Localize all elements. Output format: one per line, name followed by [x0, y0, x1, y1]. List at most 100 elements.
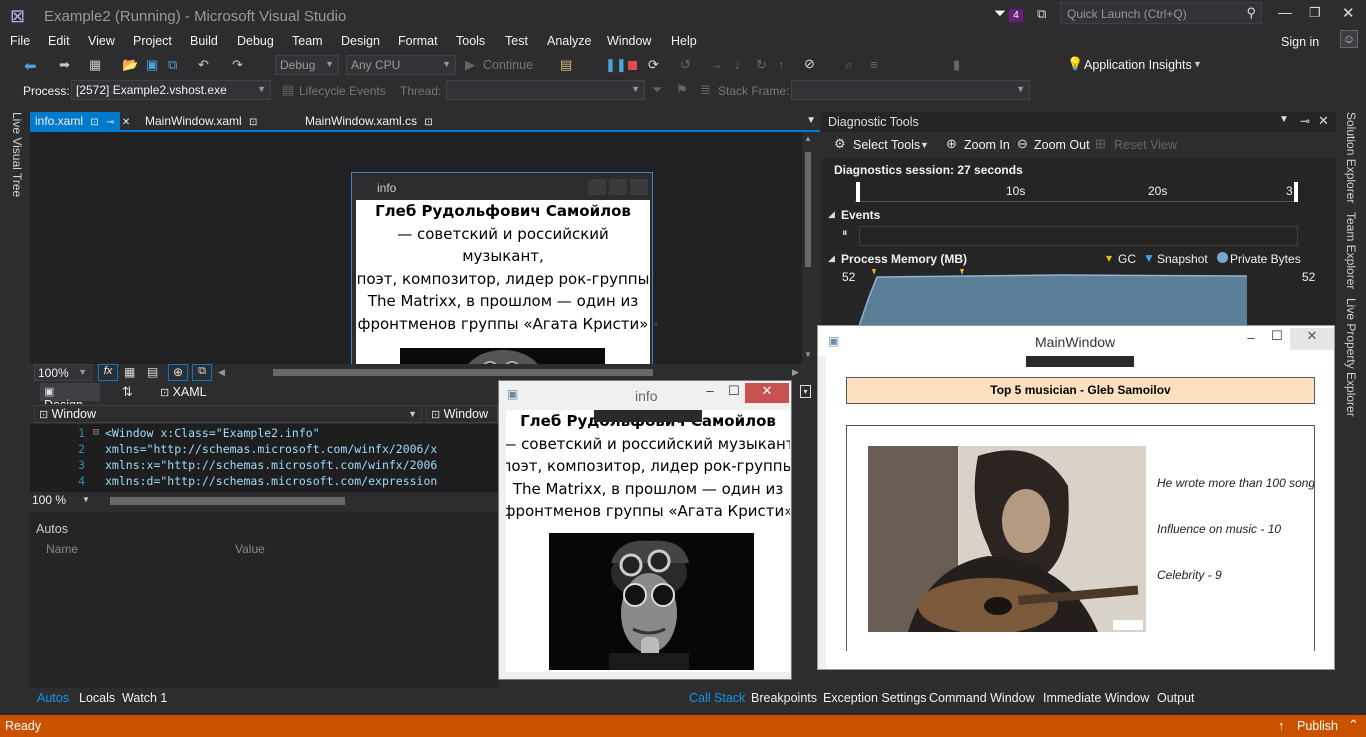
select-tools-button[interactable]: Select Tools	[853, 138, 920, 152]
info-titlebar[interactable]: ▣ info – ☐ ✕	[499, 381, 791, 409]
notification-badge[interactable]: 4	[1009, 9, 1023, 22]
element-dropdown[interactable]: ⊡ Window ▼	[34, 405, 422, 423]
code-hscroll-thumb[interactable]	[110, 497, 345, 505]
swap-panes-icon[interactable]: ⇅	[122, 384, 133, 400]
forward-icon[interactable]: ➡	[59, 57, 70, 73]
process-dropdown[interactable]: [2572] Example2.vshost.exe ▼	[71, 80, 271, 100]
chevron-down-icon[interactable]: ▼	[1279, 114, 1289, 125]
column-value[interactable]: Value	[235, 542, 265, 556]
resize-handle[interactable]: ▫	[654, 320, 658, 331]
xaml-designer-surface[interactable]: info Глеб Рудольфович Самойлов — советск…	[30, 132, 814, 364]
maximize-button[interactable]: ❐	[1309, 5, 1321, 21]
maximize-button[interactable]: ☐	[1262, 328, 1292, 350]
tab-output[interactable]: Output	[1157, 691, 1195, 705]
account-icon[interactable]: ☺	[1340, 30, 1358, 48]
find-icon[interactable]: ⌕	[845, 57, 852, 73]
menu-edit[interactable]: Edit	[48, 34, 70, 48]
snap-grid-icon[interactable]: ▤	[147, 365, 158, 379]
bookmark-icon[interactable]: ▮	[953, 57, 960, 73]
restart-icon[interactable]: ⟳	[648, 57, 659, 73]
debug-toolbar-overlay[interactable]	[1026, 356, 1134, 367]
tab-immediate-window[interactable]: Immediate Window	[1043, 691, 1149, 705]
comment-icon[interactable]: ≡	[870, 57, 878, 72]
team-explorer-tab[interactable]: Team Explorer	[1344, 212, 1358, 289]
solution-explorer-tab[interactable]: Solution Explorer	[1344, 112, 1358, 203]
filter-icon[interactable]: ⏷	[994, 5, 1006, 22]
redo-icon[interactable]: ↷	[232, 57, 243, 73]
column-name[interactable]: Name	[46, 542, 78, 556]
flag-icon[interactable]: ⚑	[676, 82, 688, 98]
sign-in-link[interactable]: Sign in	[1281, 35, 1319, 49]
platform-dropdown[interactable]: Any CPU ▼	[346, 55, 456, 75]
undo-icon[interactable]: ↶	[198, 57, 209, 73]
breakpoint-toggle-icon[interactable]: ⊘	[804, 56, 815, 72]
pause-icon[interactable]: ❚❚	[605, 57, 627, 73]
xaml-code-editor[interactable]: 1 ⊟ <Window x:Class="Example2.info" 2 xm…	[30, 424, 498, 492]
thread-dropdown[interactable]: ▼	[446, 80, 645, 100]
close-icon[interactable]: ✕	[1318, 113, 1329, 129]
device-icon[interactable]: ⧉	[192, 364, 212, 381]
menu-analyze[interactable]: Analyze	[547, 34, 591, 48]
menu-build[interactable]: Build	[190, 34, 218, 48]
tab-exception-settings[interactable]: Exception Settings	[823, 691, 927, 705]
menu-team[interactable]: Team	[292, 34, 323, 48]
app-insights-button[interactable]: Application Insights	[1084, 58, 1192, 72]
feedback-icon[interactable]: ⧉	[1037, 6, 1046, 22]
search-icon[interactable]: ⚲	[1246, 5, 1256, 21]
timeline-start-handle[interactable]	[856, 182, 860, 202]
back-icon[interactable]: ⬅	[24, 57, 37, 75]
quick-launch-input[interactable]: Quick Launch (Ctrl+Q)	[1067, 7, 1187, 21]
tab-mainwindow-xaml[interactable]: MainWindow.xaml ⊡	[140, 112, 262, 130]
play-icon[interactable]: ▶	[465, 57, 475, 73]
config-dropdown[interactable]: Debug ▼	[275, 55, 339, 75]
stop-icon[interactable]	[628, 61, 637, 70]
collapse-pane-icon[interactable]: ▾	[800, 385, 811, 398]
menu-format[interactable]: Format	[398, 34, 438, 48]
events-track[interactable]	[859, 226, 1298, 246]
tab-info-xaml[interactable]: info.xaml ⊡ ⊸ ✕	[30, 112, 130, 130]
menu-window[interactable]: Window	[607, 34, 651, 48]
scroll-left-icon[interactable]: ◀	[218, 367, 225, 378]
menu-view[interactable]: View	[88, 34, 115, 48]
code-zoom-dropdown[interactable]: 100 % ▼	[32, 493, 92, 509]
tab-locals[interactable]: Locals	[79, 691, 115, 705]
collapse-memory-icon[interactable]: ◢	[828, 253, 835, 264]
step-back-icon[interactable]: ↻	[756, 57, 767, 73]
zoom-dropdown[interactable]: 100% ▼	[34, 364, 92, 381]
collapse-icon[interactable]: ⊟	[93, 427, 99, 438]
scroll-thumb[interactable]	[805, 152, 811, 267]
main-window[interactable]: ▣ MainWindow – ☐ ✕ Top 5 musician - Gleb…	[817, 325, 1335, 670]
memory-graph[interactable]	[859, 267, 1299, 326]
scroll-down-icon[interactable]: ▼	[804, 350, 812, 359]
tab-mainwindow-xaml-cs[interactable]: MainWindow.xaml.cs ⊡	[300, 112, 438, 130]
menu-design[interactable]: Design	[341, 34, 380, 48]
pin-icon[interactable]: ⊸	[1300, 114, 1310, 128]
pin-icon[interactable]: ⊸	[106, 117, 114, 128]
close-button[interactable]: ✕	[1290, 328, 1334, 350]
new-project-icon[interactable]: ▦	[89, 57, 101, 73]
menu-test[interactable]: Test	[505, 34, 528, 48]
designer-vscrollbar[interactable]: ▲ ▼	[802, 132, 814, 364]
member-dropdown[interactable]: ⊡ Window	[426, 405, 498, 423]
step-over-icon[interactable]: →	[710, 57, 723, 72]
tab-call-stack[interactable]: Call Stack	[689, 691, 745, 705]
minimize-button[interactable]: —	[1278, 4, 1292, 20]
collapse-icon[interactable]: ⌃	[1348, 717, 1359, 733]
close-icon[interactable]: ✕	[122, 117, 130, 128]
menu-project[interactable]: Project	[133, 34, 172, 48]
zoom-in-button[interactable]: Zoom In	[964, 138, 1010, 152]
menu-debug[interactable]: Debug	[237, 34, 274, 48]
tab-watch-1[interactable]: Watch 1	[122, 691, 167, 705]
menu-file[interactable]: File	[10, 34, 30, 48]
snap-lines-icon[interactable]: ⊕	[168, 364, 188, 381]
filter-threads-icon[interactable]: ⏷	[652, 82, 662, 98]
continue-button[interactable]: Continue	[483, 58, 533, 72]
live-visual-tree-tab[interactable]: Live Visual Tree	[10, 112, 24, 197]
step-into-icon[interactable]: ↓	[734, 57, 741, 72]
close-button[interactable]: ✕	[1342, 4, 1355, 22]
tab-command-window[interactable]: Command Window	[929, 691, 1035, 705]
save-all-icon[interactable]: ⧉	[168, 57, 177, 73]
scroll-right-icon[interactable]: ▶	[792, 367, 799, 378]
fx-button[interactable]: fx	[98, 364, 118, 381]
pause-events-icon[interactable]: ⏸	[842, 227, 848, 240]
